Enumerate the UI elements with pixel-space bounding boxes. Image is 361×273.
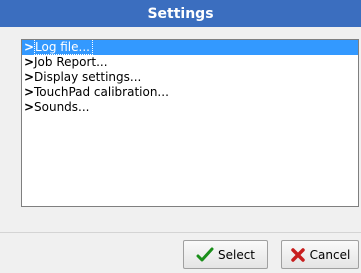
- item-marker: >: [24, 100, 35, 114]
- list-item-label: TouchPad calibration...: [34, 85, 169, 99]
- list-item-sounds[interactable]: >Sounds...: [22, 100, 358, 115]
- select-button[interactable]: Select: [183, 240, 268, 269]
- cancel-button[interactable]: Cancel: [281, 240, 359, 269]
- x-icon: [290, 247, 305, 262]
- cancel-button-label: Cancel: [309, 247, 351, 262]
- item-marker: >: [24, 70, 35, 84]
- list-item-label: Job Report...: [34, 55, 108, 69]
- list-item-job-report[interactable]: >Job Report...: [22, 55, 358, 70]
- footer-divider: [0, 232, 361, 233]
- list-item-label: Sounds...: [34, 100, 90, 114]
- item-marker: >: [24, 40, 35, 54]
- select-button-label: Select: [217, 247, 256, 262]
- list-item-touchpad-calibration[interactable]: >TouchPad calibration...: [22, 85, 358, 100]
- list-item-display-settings[interactable]: >Display settings...: [22, 70, 358, 85]
- window-title: Settings: [147, 5, 214, 22]
- item-marker: >: [24, 55, 35, 69]
- settings-list[interactable]: >Log file... >Job Report... >Display set…: [21, 39, 359, 207]
- list-item-label: Log file...: [34, 40, 93, 55]
- window-title-bar: Settings: [0, 0, 361, 27]
- item-marker: >: [24, 85, 35, 99]
- list-item-label: Display settings...: [34, 70, 142, 84]
- checkmark-icon: [196, 247, 214, 261]
- list-item-log-file[interactable]: >Log file...: [22, 40, 358, 55]
